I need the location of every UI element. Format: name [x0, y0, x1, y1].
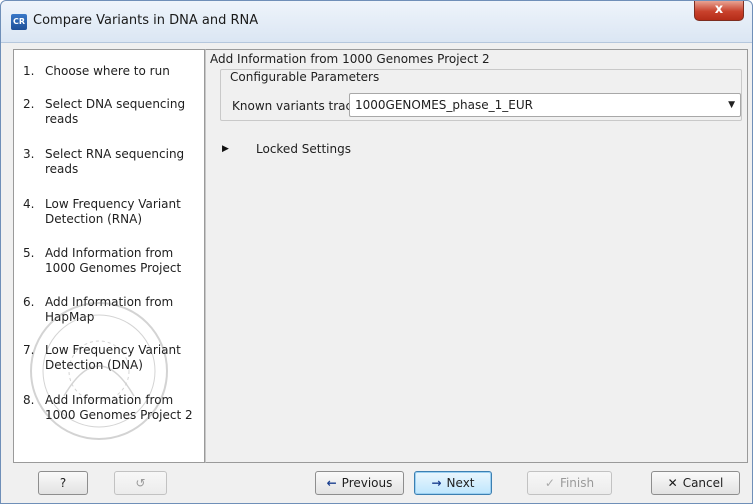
next-button[interactable]: → Next — [414, 471, 492, 495]
locked-settings-label: Locked Settings — [256, 142, 351, 156]
previous-button[interactable]: ← Previous — [315, 471, 404, 495]
dialog-window: CR Compare Variants in DNA and RNA x 1. … — [0, 0, 753, 504]
step-label: Select RNA sequencing reads — [45, 147, 185, 176]
known-variants-dropdown[interactable]: 1000GENOMES_phase_1_EUR ▼ — [349, 93, 741, 117]
previous-label: Previous — [341, 476, 393, 490]
dropdown-value: 1000GENOMES_phase_1_EUR — [355, 98, 533, 112]
chevron-down-icon: ▼ — [728, 100, 735, 110]
step-label: Low Frequency Variant Detection (DNA) — [45, 343, 181, 372]
checkmark-icon: ✓ — [544, 476, 555, 490]
next-label: Next — [446, 476, 475, 490]
reset-button[interactable]: ↺ — [114, 471, 167, 495]
step-label: Add Information from 1000 Genomes Projec… — [45, 393, 193, 422]
group-title: Configurable Parameters — [228, 70, 382, 84]
help-button[interactable]: ? — [38, 471, 88, 495]
window-title: Compare Variants in DNA and RNA — [33, 13, 259, 28]
step-number: 5. — [23, 246, 35, 260]
help-label: ? — [59, 476, 67, 490]
title-bar[interactable]: CR Compare Variants in DNA and RNA x — [1, 1, 752, 43]
step-number: 4. — [23, 197, 35, 211]
step-number: 1. — [23, 64, 35, 78]
step-number: 7. — [23, 343, 35, 357]
step-header: Add Information from 1000 Genomes Projec… — [210, 52, 490, 66]
finish-button[interactable]: ✓ Finish — [527, 471, 612, 495]
step-content-panel: Add Information from 1000 Genomes Projec… — [205, 49, 748, 463]
step-number: 3. — [23, 147, 35, 161]
step-number: 8. — [23, 393, 35, 407]
finish-label: Finish — [559, 476, 595, 490]
step-label: Add Information from 1000 Genomes Projec… — [45, 246, 182, 275]
step-label: Choose where to run — [45, 64, 170, 78]
x-icon: ✕ — [667, 476, 678, 490]
triangle-right-icon: ▶ — [222, 144, 229, 154]
step-number: 2. — [23, 97, 35, 111]
step-label: Select DNA sequencing reads — [45, 97, 186, 126]
close-icon: x — [714, 2, 724, 17]
reset-icon: ↺ — [135, 476, 146, 490]
wizard-steps-panel: 1. Choose where to run 2. Select DNA seq… — [13, 49, 205, 463]
button-bar: ? ↺ ← Previous → Next ✓ Finish ✕ Cancel — [1, 463, 752, 503]
cancel-label: Cancel — [682, 476, 724, 490]
cancel-button[interactable]: ✕ Cancel — [651, 471, 740, 495]
app-icon: CR — [11, 14, 27, 30]
arrow-left-icon: ← — [326, 476, 337, 490]
arrow-right-icon: → — [431, 476, 442, 490]
step-label: Low Frequency Variant Detection (RNA) — [45, 197, 181, 226]
known-variants-label: Known variants track — [232, 99, 360, 113]
step-label: Add Information from HapMap — [45, 295, 174, 324]
step-number: 6. — [23, 295, 35, 309]
close-button[interactable]: x — [694, 1, 744, 21]
